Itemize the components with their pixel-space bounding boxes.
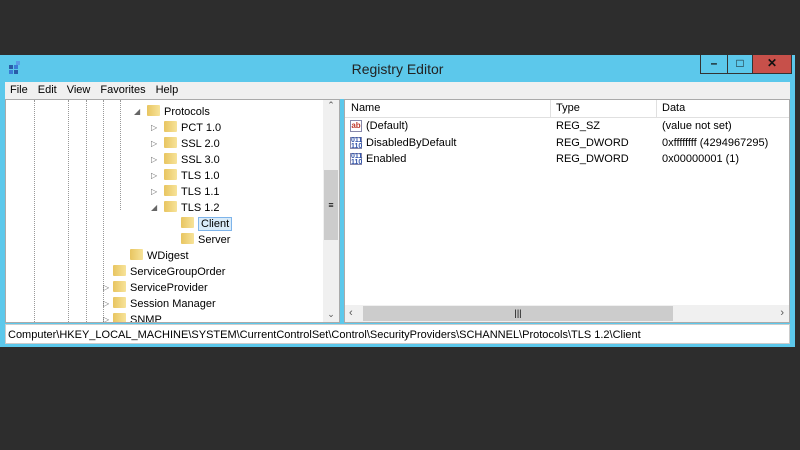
- menu-view[interactable]: View: [62, 82, 96, 98]
- tree-guide-line: [68, 100, 69, 322]
- value-row[interactable]: ab (Default) REG_SZ (value not set): [345, 118, 789, 134]
- folder-icon: [164, 201, 177, 212]
- value-type: REG_SZ: [556, 120, 601, 132]
- folder-icon: [164, 169, 177, 180]
- scroll-thumb[interactable]: ≡: [324, 170, 338, 240]
- value-row[interactable]: 011 110 Enabled REG_DWORD 0x00000001 (1): [345, 151, 789, 167]
- folder-icon: [130, 249, 143, 260]
- tree-item[interactable]: ▷ SSL 2.0: [151, 136, 220, 152]
- expand-arrow-icon[interactable]: ▷: [151, 184, 157, 200]
- menu-help[interactable]: Help: [151, 82, 184, 98]
- menu-edit[interactable]: Edit: [33, 82, 62, 98]
- tree-guide-line: [34, 100, 35, 322]
- registry-editor-window: Registry Editor – □ ✕ File Edit View Favori…: [0, 55, 795, 347]
- close-button[interactable]: ✕: [752, 55, 792, 74]
- tree-item-label: PCT 1.0: [181, 122, 222, 134]
- menu-favorites[interactable]: Favorites: [95, 82, 150, 98]
- tree-item[interactable]: ServiceGroupOrder: [113, 264, 225, 280]
- tree-item-label: ServiceProvider: [130, 282, 208, 294]
- column-type-header[interactable]: Type: [556, 102, 580, 114]
- folder-icon: [164, 121, 177, 132]
- tree-guide-line: [86, 100, 87, 322]
- tree-item[interactable]: ▷ SSL 3.0: [151, 152, 220, 168]
- tree-item-label: TLS 1.0: [181, 170, 220, 182]
- column-name-header[interactable]: Name: [351, 102, 380, 114]
- folder-icon: [113, 297, 126, 308]
- tree-item-label: WDigest: [147, 250, 189, 262]
- folder-icon: [181, 217, 194, 228]
- folder-icon: [164, 137, 177, 148]
- tree-item-label: Server: [198, 234, 231, 246]
- folder-icon: [164, 153, 177, 164]
- tree-vertical-scrollbar[interactable]: ⌃ ≡ ⌄: [323, 100, 339, 322]
- value-row[interactable]: 011 110 DisabledByDefault REG_DWORD 0xffffff…: [345, 135, 789, 151]
- tree-item[interactable]: ▷ TLS 1.1: [151, 184, 220, 200]
- registry-values-list[interactable]: Name Type Data ab (Default) REG_SZ (value n…: [344, 99, 790, 323]
- string-value-icon: ab: [350, 120, 362, 132]
- tree-item-label: SNMP: [130, 314, 162, 323]
- value-name: Enabled: [366, 153, 407, 165]
- value-name: (Default): [366, 120, 409, 132]
- scroll-down-arrow-icon[interactable]: ⌄: [323, 309, 339, 320]
- folder-icon: [113, 265, 126, 276]
- scroll-thumb[interactable]: |||: [363, 306, 673, 321]
- binary-value-icon: 011 110: [350, 153, 363, 166]
- expand-arrow-icon[interactable]: ▷: [151, 136, 157, 152]
- tree-item[interactable]: ◢ Protocols: [134, 104, 210, 120]
- tree-item[interactable]: Client: [181, 216, 233, 232]
- tree-item-label: TLS 1.2: [181, 202, 220, 214]
- folder-icon: [147, 105, 160, 116]
- value-type: REG_DWORD: [556, 153, 629, 165]
- menu-file[interactable]: File: [5, 82, 33, 98]
- title-bar: Registry Editor – □ ✕: [0, 55, 795, 82]
- tree-item-label: Session Manager: [130, 298, 216, 310]
- expand-arrow-icon[interactable]: ▷: [103, 296, 109, 312]
- expand-arrow-icon[interactable]: ▷: [151, 120, 157, 136]
- scroll-right-arrow-icon[interactable]: ›: [780, 307, 784, 319]
- binary-value-icon: 011 110: [350, 136, 363, 150]
- value-type: REG_DWORD: [556, 136, 629, 149]
- value-data: 0xffffffff (4294967295): [662, 136, 769, 149]
- expand-arrow-icon[interactable]: ▷: [103, 280, 109, 296]
- tree-item[interactable]: ▷ Session Manager: [103, 296, 216, 312]
- tree-item-label: Protocols: [164, 106, 210, 118]
- window-title: Registry Editor: [351, 61, 444, 77]
- folder-icon: [113, 313, 126, 322]
- scroll-up-arrow-icon[interactable]: ⌃: [323, 100, 339, 111]
- column-data-header[interactable]: Data: [662, 102, 685, 114]
- collapse-arrow-icon[interactable]: ◢: [134, 104, 140, 120]
- tree-item[interactable]: Server: [181, 232, 230, 248]
- expand-arrow-icon[interactable]: ▷: [151, 152, 157, 168]
- value-name: DisabledByDefault: [366, 136, 457, 149]
- status-bar-key-path: Computer\HKEY_LOCAL_MACHINE\SYSTEM\Curre…: [5, 324, 790, 344]
- minimize-button[interactable]: –: [700, 55, 728, 74]
- tree-item-label: SSL 3.0: [181, 154, 220, 166]
- folder-icon: [181, 233, 194, 244]
- scroll-left-arrow-icon[interactable]: ‹: [349, 307, 353, 319]
- tree-item[interactable]: ▷ SNMP: [103, 312, 162, 323]
- value-data: 0x00000001 (1): [662, 153, 740, 165]
- tree-item[interactable]: WDigest: [130, 248, 189, 264]
- collapse-arrow-icon[interactable]: ◢: [151, 200, 157, 216]
- folder-icon: [164, 185, 177, 196]
- expand-arrow-icon[interactable]: ▷: [151, 168, 157, 184]
- folder-icon: [113, 281, 126, 292]
- tree-item-label: ServiceGroupOrder: [130, 266, 226, 278]
- tree-item-label: TLS 1.1: [181, 186, 220, 198]
- tree-item-label: SSL 2.0: [181, 138, 220, 150]
- tree-guide-line: [120, 100, 121, 210]
- list-horizontal-scrollbar[interactable]: ‹ ||| ›: [345, 305, 789, 322]
- value-data: (value not set): [662, 120, 732, 132]
- tree-item[interactable]: ▷ TLS 1.0: [151, 168, 220, 184]
- registry-key-tree[interactable]: ◢ Protocols ▷ PCT 1.0 ▷ SSL 2.0 ▷ SSL 3.0 ▷ TLS 1…: [5, 99, 340, 323]
- expand-arrow-icon[interactable]: ▷: [103, 312, 109, 322]
- menu-bar: File Edit View Favorites Help: [5, 82, 790, 99]
- tree-item[interactable]: ▷ ServiceProvider: [103, 280, 208, 296]
- tree-item-label: Client: [198, 217, 233, 231]
- list-header: Name Type Data: [345, 100, 789, 118]
- tree-item[interactable]: ▷ PCT 1.0: [151, 120, 222, 136]
- maximize-button[interactable]: □: [727, 55, 753, 74]
- tree-item[interactable]: ◢ TLS 1.2: [151, 200, 220, 216]
